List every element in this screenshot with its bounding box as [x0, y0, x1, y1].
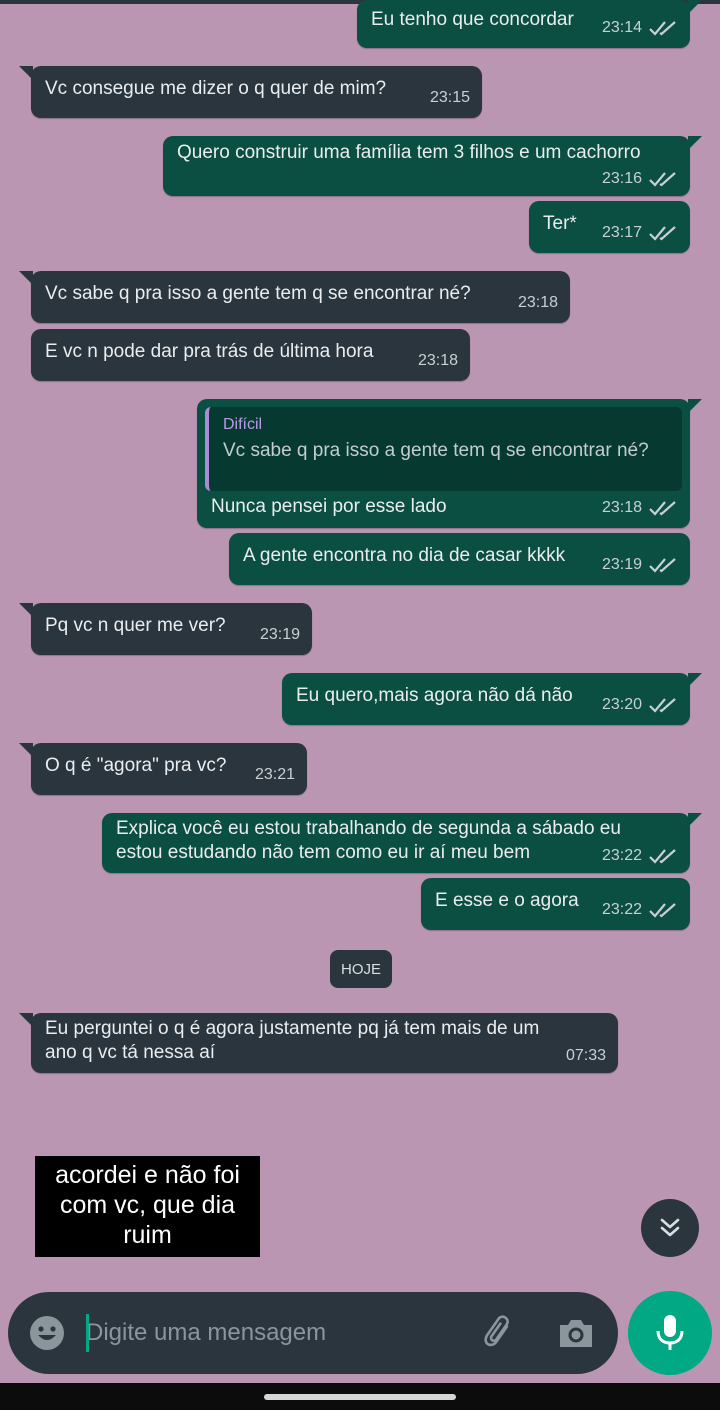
double-check-icon [649, 558, 676, 573]
message-bubble-incoming[interactable]: E vc n pode dar pra trás de última hora … [31, 329, 470, 381]
message-meta: 23:18 [602, 496, 678, 520]
message-text: Nunca pensei por esse lado [211, 496, 447, 517]
quoted-text: Vc sabe q pra isso a gente tem q se enco… [223, 440, 649, 461]
message-text: Vc sabe q pra isso a gente tem q se enco… [45, 283, 471, 304]
message-meta: 23:16 [602, 167, 678, 191]
double-check-icon [649, 698, 676, 713]
message-meta: 23:18 [518, 291, 558, 315]
message-text: E esse e o agora [435, 890, 579, 911]
microphone-button[interactable] [628, 1291, 712, 1375]
message-meta: 23:15 [430, 86, 470, 110]
emoji-icon[interactable] [28, 1314, 66, 1352]
double-check-icon [649, 501, 676, 516]
message-time: 23:19 [601, 556, 642, 573]
double-check-icon [649, 903, 676, 918]
message-bubble-outgoing-reply[interactable]: Difícil Vc sabe q pra isso a gente tem q… [197, 399, 702, 528]
message-time: 23:16 [601, 170, 642, 187]
message-time: 23:22 [601, 901, 642, 918]
scroll-to-bottom-button[interactable] [641, 1199, 699, 1257]
camera-icon[interactable] [556, 1314, 596, 1352]
message-bubble-incoming[interactable]: Vc consegue me dizer o q quer de mim? 23… [19, 66, 482, 118]
message-text: Pq vc n quer me ver? [45, 615, 226, 636]
message-bubble-incoming[interactable]: Vc sabe q pra isso a gente tem q se enco… [19, 271, 570, 323]
quoted-message[interactable]: Difícil Vc sabe q pra isso a gente tem q… [205, 407, 682, 491]
message-meta: 23:19 [602, 553, 678, 577]
message-meta: 23:22 [602, 898, 678, 922]
message-meta: 23:20 [602, 693, 678, 717]
message-text-line-1: Explica você eu estou trabalhando de seg… [116, 818, 621, 839]
message-text: E vc n pode dar pra trás de última hora [45, 341, 374, 362]
message-text: O q é "agora" pra vc? [45, 755, 227, 776]
message-text-line-2: ano q vc tá nessa aí [45, 1042, 216, 1063]
message-time: 23:17 [601, 224, 642, 241]
message-meta: 23:17 [602, 221, 678, 245]
double-check-icon [649, 172, 676, 187]
double-chevron-down-icon [660, 1218, 680, 1237]
message-input[interactable] [86, 1312, 466, 1354]
message-time: 23:18 [601, 499, 642, 516]
quoted-author: Difícil [223, 416, 263, 433]
message-text: Quero construir uma família tem 3 filhos… [177, 142, 641, 163]
message-text: Ter* [543, 213, 577, 234]
message-bubble-outgoing[interactable]: E esse e o agora 23:22 [421, 878, 690, 930]
message-time: 23:22 [601, 847, 642, 864]
double-check-icon [649, 849, 676, 864]
message-meta: 23:14 [602, 16, 678, 40]
message-text: Eu tenho que concordar [371, 9, 574, 30]
message-time: 23:14 [601, 19, 642, 36]
message-text: A gente encontra no dia de casar kkkk [243, 545, 566, 566]
text-cursor [86, 1314, 89, 1352]
message-bubble-outgoing[interactable]: Quero construir uma família tem 3 filhos… [163, 136, 702, 196]
message-text-line-1: Eu perguntei o q é agora justamente pq j… [45, 1018, 540, 1039]
message-bubble-outgoing[interactable]: Ter* 23:17 [529, 201, 690, 253]
paperclip-icon[interactable] [478, 1312, 520, 1354]
message-bubble-incoming[interactable]: O q é "agora" pra vc? 23:21 [19, 743, 307, 795]
message-bubble-outgoing[interactable]: Explica você eu estou trabalhando de seg… [102, 813, 702, 873]
message-bubble-outgoing[interactable]: A gente encontra no dia de casar kkkk 23… [229, 533, 690, 585]
message-time: 23:18 [517, 294, 558, 311]
message-meta: 23:19 [260, 623, 300, 647]
message-meta: 23:22 [602, 844, 678, 868]
double-check-icon [649, 226, 676, 241]
message-bubble-outgoing[interactable]: Eu tenho que concordar 23:14 [357, 0, 702, 48]
message-time: 23:20 [601, 696, 642, 713]
message-time: 07:33 [565, 1047, 606, 1064]
chat-thread[interactable]: Eu tenho que concordar 23:14 Vc consegue… [0, 0, 720, 1290]
message-composer[interactable] [8, 1292, 618, 1374]
system-navigation-bar [0, 1383, 720, 1410]
message-text: Eu quero,mais agora não dá não [296, 685, 573, 706]
message-time: 23:19 [259, 626, 300, 643]
message-bubble-outgoing[interactable]: Eu quero,mais agora não dá não 23:20 [282, 673, 702, 725]
message-text: Vc consegue me dizer o q quer de mim? [45, 78, 387, 99]
message-time: 23:21 [254, 766, 295, 783]
message-meta: 23:18 [418, 349, 458, 373]
message-time: 23:18 [417, 352, 458, 369]
day-separator: HOJE [330, 950, 392, 988]
message-meta: 07:33 [566, 1044, 606, 1068]
message-meta: 23:21 [255, 763, 295, 787]
message-time: 23:15 [429, 89, 470, 106]
microphone-icon [656, 1315, 684, 1350]
message-bubble-incoming[interactable]: Eu perguntei o q é agora justamente pq j… [19, 1013, 618, 1073]
message-bubble-incoming[interactable]: Pq vc n quer me ver? 23:19 [19, 603, 312, 655]
double-check-icon [649, 21, 676, 36]
home-gesture-handle[interactable] [264, 1394, 456, 1400]
caption-overlay: acordei e não foi com vc, que dia ruim [35, 1156, 260, 1257]
message-text-line-2: estou estudando não tem como eu ir aí me… [116, 842, 531, 863]
